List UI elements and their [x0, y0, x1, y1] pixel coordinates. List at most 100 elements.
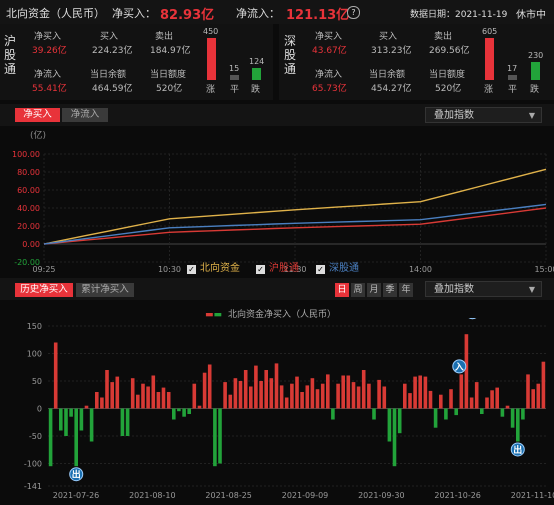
x-tick-label: 2021-10-26 — [434, 491, 481, 500]
history-bar — [474, 382, 479, 409]
history-bar — [290, 383, 294, 409]
history-bar — [326, 374, 330, 409]
history-bar — [177, 408, 181, 412]
x-tick-label: 2021-08-25 — [205, 491, 252, 500]
sh-connect-title: 沪股通 — [3, 34, 16, 76]
sh-flat-bar — [230, 75, 239, 80]
legend-sh[interactable]: ✓ 沪股通 — [256, 259, 299, 274]
sz-connect-title: 深股通 — [283, 34, 296, 76]
history-bar — [187, 408, 191, 414]
checkbox-icon: ✓ — [187, 265, 196, 274]
marker-label: 入 — [467, 318, 477, 319]
history-bar — [74, 408, 78, 467]
sz-down-count: 230 — [528, 51, 544, 60]
sh-quota-value: 520亿 — [156, 84, 183, 94]
sz-sell-value: 269.56亿 — [429, 46, 470, 56]
history-bar — [105, 370, 109, 409]
sh-up-count: 450 — [203, 27, 219, 36]
sz-net-buy-value: 43.67亿 — [312, 46, 347, 56]
sz-down-bar — [531, 62, 540, 80]
legend-north[interactable]: ✓ 北向资金 — [187, 259, 240, 274]
history-bar — [305, 385, 310, 409]
x-tick-label: 2021-07-26 — [53, 491, 100, 500]
sz-balance-value: 454.27亿 — [371, 84, 412, 94]
help-icon[interactable]: ? — [347, 6, 360, 19]
checkbox-icon: ✓ — [256, 265, 265, 274]
history-chart: 150 100 50 0 -50 -100 -141 2021-07-26 2021-08-10… — [24, 318, 554, 500]
y-tick-label: -100 — [24, 459, 42, 468]
sz-flat-label: 平 — [508, 85, 518, 95]
history-bar — [166, 392, 171, 409]
period-month[interactable]: 月 — [367, 283, 381, 297]
history-bar — [254, 365, 258, 409]
overlay-index-dropdown[interactable]: 叠加指数 ▼ — [425, 107, 542, 123]
history-bar — [207, 364, 212, 409]
history-bar — [346, 375, 351, 409]
history-bar — [315, 389, 320, 409]
history-bar — [397, 408, 402, 434]
history-bar — [48, 408, 53, 467]
history-bar — [408, 393, 412, 409]
history-bar — [418, 375, 422, 409]
legend-sz[interactable]: ✓ 深股通 — [316, 259, 359, 274]
x-tick-label: 2021-08-10 — [129, 491, 176, 500]
chevron-down-icon: ▼ — [528, 285, 535, 294]
history-bar — [130, 378, 135, 409]
period-day[interactable]: 日 — [335, 283, 349, 297]
history-bar — [516, 408, 520, 442]
period-week[interactable]: 周 — [351, 283, 365, 297]
history-bar — [141, 383, 145, 409]
sz-down-label: 跌 — [530, 85, 540, 95]
history-bar — [531, 389, 535, 409]
sh-down-label: 跌 — [251, 85, 261, 95]
tab-net-inflow[interactable]: 净流入 — [62, 108, 108, 122]
history-bar — [274, 363, 279, 409]
sz-flat-count: 17 — [507, 64, 518, 73]
sh-net-inflow-label: 净流入 — [34, 70, 62, 80]
history-bar — [110, 382, 114, 409]
sh-buy-value: 224.23亿 — [92, 46, 133, 56]
sh-flat-label: 平 — [230, 85, 240, 95]
sh-sell-value: 184.97亿 — [150, 46, 191, 56]
tab-history-net-buy[interactable]: 历史净买入 — [15, 283, 73, 297]
history-bar — [264, 370, 268, 409]
y-tick-label: 20.00 — [17, 222, 40, 231]
sz-up-label: 涨 — [484, 85, 494, 95]
history-bar — [336, 383, 340, 409]
sz-connect-panel: 深股通 净买入 43.67亿 买入 313.23亿 卖出 269.56亿 净流入… — [279, 24, 554, 100]
unit-label: (亿) — [30, 129, 46, 141]
history-bar — [218, 408, 222, 464]
history-bar — [136, 394, 140, 409]
y-tick-label: 50 — [32, 377, 42, 386]
overlay-index-label: 叠加指数 — [434, 110, 474, 121]
sh-net-buy-label: 净买入 — [34, 32, 62, 42]
sz-flat-bar — [508, 75, 517, 80]
period-year[interactable]: 年 — [399, 283, 413, 297]
tab-net-buy[interactable]: 净买入 — [15, 108, 60, 122]
history-overlay-dropdown[interactable]: 叠加指数 ▼ — [425, 281, 542, 297]
period-quarter[interactable]: 季 — [383, 283, 397, 297]
sh-connect-panel: 沪股通 净买入 39.26亿 买入 224.23亿 卖出 184.97亿 净流入… — [0, 24, 273, 100]
history-bar — [439, 394, 443, 409]
history-bar — [223, 382, 227, 409]
history-bar — [259, 381, 263, 409]
history-toolbar: 历史净买入 累计净买入 叠加指数 ▼ — [0, 278, 554, 300]
history-bar — [100, 397, 104, 409]
history-bar — [320, 383, 325, 409]
y-tick-label: 100 — [27, 349, 42, 358]
sh-balance-label: 当日余额 — [90, 70, 127, 80]
history-bar — [387, 408, 392, 442]
history-bar — [300, 392, 304, 409]
history-bar — [351, 382, 356, 409]
history-bar — [161, 387, 166, 409]
y-tick-label: 0.00 — [22, 240, 40, 249]
checkbox-icon: ✓ — [316, 265, 325, 274]
sz-buy-label: 买入 — [379, 32, 398, 42]
y-tick-label: -50 — [29, 432, 42, 441]
history-bar — [243, 370, 248, 409]
sz-up-bar — [485, 38, 494, 80]
history-bar — [284, 397, 289, 409]
tab-cumulative-net-buy[interactable]: 累计净买入 — [76, 283, 134, 297]
history-bar — [213, 408, 217, 467]
y-tick-label: -141 — [24, 482, 42, 491]
